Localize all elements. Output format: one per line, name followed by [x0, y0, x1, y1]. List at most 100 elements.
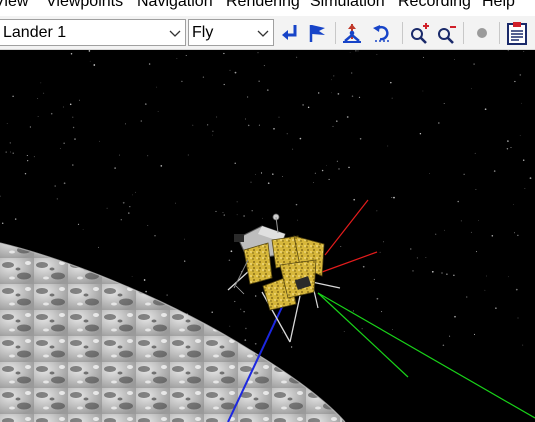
move-viewpoint-button[interactable] — [339, 20, 365, 46]
star — [97, 246, 99, 248]
star — [510, 146, 512, 149]
star — [512, 203, 514, 205]
star — [131, 276, 133, 277]
star — [302, 104, 304, 106]
zoom-in-button[interactable] — [406, 20, 432, 46]
star — [517, 234, 519, 236]
star — [296, 56, 298, 58]
star — [260, 172, 263, 174]
star — [27, 160, 29, 162]
star — [255, 174, 257, 175]
star — [460, 220, 462, 222]
star — [422, 90, 424, 92]
star — [128, 212, 130, 214]
star — [72, 164, 74, 166]
star — [50, 112, 53, 115]
star — [286, 133, 288, 135]
scene-canvas[interactable] — [0, 50, 535, 422]
star — [187, 154, 189, 156]
star — [349, 51, 351, 53]
star — [143, 279, 146, 281]
record-button[interactable] — [469, 20, 495, 46]
star — [273, 127, 275, 130]
star — [412, 270, 414, 272]
star — [14, 218, 17, 220]
star — [340, 246, 342, 247]
star — [328, 178, 330, 180]
star — [522, 344, 524, 346]
navigation-mode-select-value: Fly — [192, 24, 214, 41]
star — [234, 162, 236, 164]
menu-rendering[interactable]: Rendering — [226, 0, 300, 12]
star — [223, 83, 225, 86]
star — [251, 209, 253, 212]
star — [524, 188, 526, 189]
star — [0, 195, 1, 197]
3d-viewport[interactable] — [0, 50, 535, 422]
menu-viewpoints[interactable]: Viewpoints — [46, 0, 123, 12]
star — [299, 137, 302, 140]
menu-navigation[interactable]: Navigation — [137, 0, 213, 12]
star — [437, 122, 440, 124]
star — [486, 275, 487, 277]
star — [358, 96, 361, 99]
star — [282, 176, 283, 177]
star — [263, 65, 265, 67]
star — [247, 96, 249, 98]
star — [82, 229, 84, 230]
star — [184, 238, 185, 240]
star — [507, 50, 509, 52]
menu-view[interactable]: View — [0, 0, 28, 12]
star — [223, 214, 225, 216]
star — [243, 215, 245, 217]
star — [93, 64, 96, 66]
star — [317, 92, 320, 94]
clipboard-button[interactable] — [504, 20, 530, 46]
star — [72, 126, 75, 129]
star — [376, 297, 379, 300]
star — [446, 273, 448, 275]
set-viewpoint-button[interactable] — [304, 20, 330, 46]
star — [74, 138, 76, 140]
clipboard-icon — [507, 22, 527, 45]
star — [72, 116, 74, 118]
restore-viewpoint-button[interactable] — [369, 20, 395, 46]
menu-help[interactable]: Help — [482, 0, 515, 12]
navigation-mode-select[interactable]: Fly — [188, 19, 274, 46]
star — [166, 294, 168, 296]
star — [515, 288, 518, 291]
star — [346, 116, 349, 118]
star — [297, 219, 299, 221]
star — [343, 331, 345, 333]
menu-simulation[interactable]: Simulation — [310, 0, 385, 12]
star — [144, 103, 147, 105]
menu-bar: View Viewpoints Navigation Rendering Sim… — [0, 0, 535, 16]
star — [63, 142, 65, 144]
axis-red-2 — [321, 251, 378, 273]
star — [63, 182, 66, 185]
star — [473, 63, 475, 65]
star — [282, 332, 283, 334]
star — [124, 123, 127, 125]
star — [202, 76, 205, 78]
star — [441, 272, 443, 274]
star — [215, 210, 217, 212]
star — [443, 102, 445, 105]
star — [229, 325, 231, 327]
star — [118, 154, 120, 156]
star — [185, 55, 187, 56]
return-to-viewpoint-button[interactable] — [277, 20, 303, 46]
star — [484, 289, 486, 291]
zoom-out-button[interactable] — [433, 20, 459, 46]
star — [474, 152, 476, 154]
star — [351, 72, 353, 74]
star — [192, 124, 194, 126]
star — [507, 140, 509, 142]
star — [106, 207, 108, 209]
star — [390, 81, 392, 84]
star — [99, 140, 101, 142]
menu-recording[interactable]: Recording — [398, 0, 471, 12]
viewpoint-select[interactable]: Lander 1 — [0, 19, 186, 46]
star — [156, 86, 158, 88]
star — [234, 300, 236, 303]
